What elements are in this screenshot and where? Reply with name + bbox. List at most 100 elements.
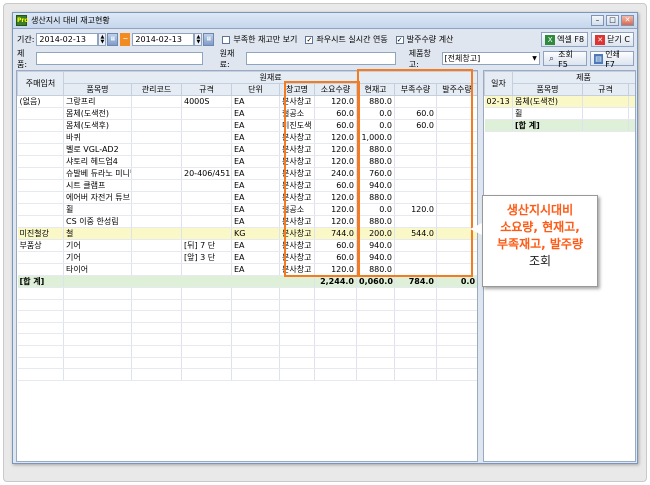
cell-req[interactable]: 60.0: [314, 119, 357, 132]
table-row[interactable]: 바퀴 EA 본사창고 120.0 1,000.0: [17, 131, 477, 144]
cell-code[interactable]: [131, 179, 182, 192]
cell-unit[interactable]: EA: [231, 155, 280, 168]
cell-code[interactable]: [131, 155, 182, 168]
cell-wh[interactable]: 본사창고: [279, 95, 315, 108]
cell-spec[interactable]: [181, 107, 232, 120]
checkbox-realtime-sync[interactable]: ✓ 좌우시트 실시간 연동: [305, 34, 388, 45]
cell-vendor[interactable]: [17, 251, 64, 264]
cell-code[interactable]: [131, 167, 182, 180]
cell-item[interactable]: 에어버 자전거 튜브: [63, 191, 132, 204]
cell-item[interactable]: 샤토리 헤드업4: [63, 155, 132, 168]
col-product-qty[interactable]: 생: [627, 83, 635, 96]
cell-short[interactable]: [394, 263, 437, 276]
cell-short[interactable]: [394, 95, 437, 108]
cell-code[interactable]: [131, 95, 182, 108]
cell-stock[interactable]: 880.0: [356, 155, 395, 168]
cell-req[interactable]: 60.0: [314, 251, 357, 264]
cell-spec[interactable]: [181, 143, 232, 156]
col-vendor[interactable]: 주매입처: [17, 71, 64, 96]
cell-order[interactable]: [436, 95, 477, 108]
cell-item[interactable]: 몸체(도색전): [512, 95, 583, 108]
cell-order[interactable]: [436, 179, 477, 192]
cell-short[interactable]: [394, 155, 437, 168]
cell-req[interactable]: 240.0: [314, 167, 357, 180]
col-required[interactable]: 소요수량: [314, 83, 357, 96]
cell-code[interactable]: [131, 251, 182, 264]
cell-item[interactable]: 몸체(도색후): [63, 119, 132, 132]
cell-unit[interactable]: EA: [231, 107, 280, 120]
table-row[interactable]: 벨로 VGL-AD2 EA 본사창고 120.0 880.0: [17, 143, 477, 156]
cell-order[interactable]: [436, 155, 477, 168]
cell-stock[interactable]: 940.0: [356, 251, 395, 264]
cell-order[interactable]: [436, 167, 477, 180]
cell-code[interactable]: [131, 131, 182, 144]
table-row[interactable]: CS 이중 한성림 EA 본사창고 120.0 880.0: [17, 215, 477, 228]
warehouse-select[interactable]: [전체창고] ▼: [441, 52, 540, 65]
checkbox-shortage-only[interactable]: 부족한 재고만 보기: [222, 34, 297, 45]
cell-wh[interactable]: 본사창고: [279, 263, 315, 276]
window-close-button[interactable]: ✕: [621, 15, 634, 26]
table-row[interactable]: 미진철강 철 KG 본사창고 744.0 200.0 544.0: [17, 227, 477, 240]
cell-item[interactable]: 휠: [63, 203, 132, 216]
print-button[interactable]: ▤ 인쇄 F7: [589, 50, 635, 69]
cell-spec[interactable]: [181, 215, 232, 228]
cell-item[interactable]: CS 이중 한성림: [63, 215, 132, 228]
cell-req[interactable]: 60.0: [314, 239, 357, 252]
cell-stock[interactable]: 760.0: [356, 167, 395, 180]
table-row[interactable]: 몸체(도색전) EA 철공소 60.0 0.0 60.0: [17, 107, 477, 120]
cell-wh[interactable]: 미진도색: [279, 119, 315, 132]
cell-vendor[interactable]: [17, 155, 64, 168]
cell-item[interactable]: 기어: [63, 251, 132, 264]
cell-vendor[interactable]: [17, 167, 64, 180]
cell-req[interactable]: 60.0: [314, 179, 357, 192]
cell-wh[interactable]: 본사창고: [279, 131, 315, 144]
date-to-input[interactable]: 2014-02-13: [132, 33, 195, 46]
cell-spec[interactable]: [181, 203, 232, 216]
cell-item[interactable]: 철: [63, 227, 132, 240]
cell-unit[interactable]: EA: [231, 263, 280, 276]
cell-vendor[interactable]: [17, 203, 64, 216]
col-unit[interactable]: 단위: [231, 83, 280, 96]
cell-short[interactable]: [394, 239, 437, 252]
cell-req[interactable]: 120.0: [314, 263, 357, 276]
cell-unit[interactable]: EA: [231, 143, 280, 156]
cell-short[interactable]: [394, 179, 437, 192]
excel-button[interactable]: X 엑셀 F8: [541, 32, 589, 47]
cell-item[interactable]: 시트 클램프: [63, 179, 132, 192]
table-row[interactable]: 몸체(도색후) EA 미진도색 60.0 0.0 60.0: [17, 119, 477, 132]
checkbox-order-calc[interactable]: ✓ 발주수량 계산: [395, 34, 453, 45]
search-button[interactable]: ⌕ 조회 F5: [542, 50, 587, 69]
table-row[interactable]: 슈발베 듀라노 미니벨 20-406/451 EA 본사창고 240.0 760.0: [17, 167, 477, 180]
cell-vendor[interactable]: [17, 119, 64, 132]
empty-cell[interactable]: [582, 107, 629, 120]
cell-code[interactable]: [131, 107, 182, 120]
cell-spec[interactable]: [181, 131, 232, 144]
cell-code[interactable]: [131, 203, 182, 216]
cell-short[interactable]: [394, 191, 437, 204]
cell-wh[interactable]: 본사창고: [279, 239, 315, 252]
cell-unit[interactable]: EA: [231, 215, 280, 228]
cell-stock[interactable]: 880.0: [356, 191, 395, 204]
col-order[interactable]: 발주수량: [435, 83, 477, 96]
cell-req[interactable]: 120.0: [314, 143, 357, 156]
cell-item[interactable]: 몸체(도색전): [63, 107, 132, 120]
cell-unit[interactable]: EA: [231, 251, 280, 264]
col-date[interactable]: 일자: [484, 71, 513, 96]
table-row[interactable]: 02-13 몸체(도색전): [484, 95, 635, 108]
cell-spec[interactable]: [181, 227, 232, 240]
col-product-spec[interactable]: 규격: [582, 83, 629, 96]
cell-item[interactable]: 슈발베 듀라노 미니벨: [63, 167, 132, 180]
cell-stock[interactable]: 0.0: [356, 203, 395, 216]
cell-stock[interactable]: 880.0: [356, 215, 395, 228]
cell-wh[interactable]: 본사창고: [279, 215, 315, 228]
cell-vendor[interactable]: [17, 143, 64, 156]
cell-code[interactable]: [131, 143, 182, 156]
cell-short[interactable]: [394, 215, 437, 228]
cell-code[interactable]: [131, 227, 182, 240]
table-row[interactable]: 휠 EA 철공소 120.0 0.0 120.0: [17, 203, 477, 216]
cell-vendor[interactable]: 부품상: [17, 239, 64, 252]
cell-unit[interactable]: EA: [231, 179, 280, 192]
table-row[interactable]: 기어 [앞] 3 단 EA 본사창고 60.0 940.0: [17, 251, 477, 264]
date-from-input[interactable]: 2014-02-13: [36, 33, 99, 46]
cell-short[interactable]: [394, 251, 437, 264]
